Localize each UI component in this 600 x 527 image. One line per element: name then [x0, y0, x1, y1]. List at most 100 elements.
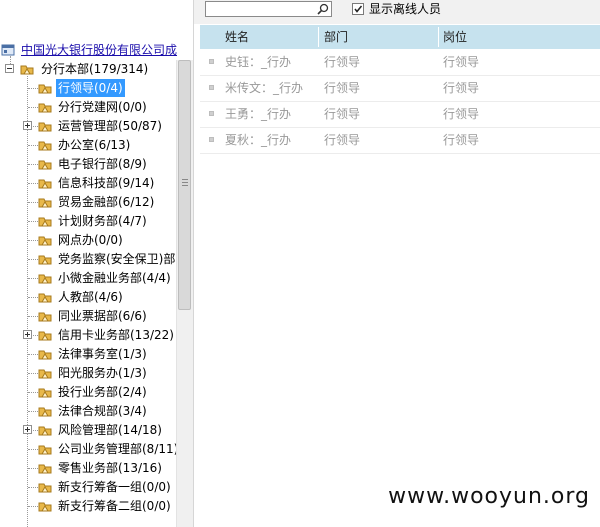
expand-toggle[interactable] — [23, 425, 32, 434]
tree-item-label[interactable]: 法律事务室(1/3) — [56, 345, 149, 363]
tree-item-label[interactable]: 法律合规部(3/4) — [56, 402, 149, 420]
tree-item-row[interactable]: 零售业务部(13/16) — [0, 459, 176, 477]
tree-item-label[interactable]: 风险管理部(14/18) — [56, 421, 164, 439]
tree-item-label[interactable]: 网点办(0/0) — [56, 231, 125, 249]
cell-post: 行领导 — [443, 81, 480, 95]
tree-item-label[interactable]: 贸易金融部(6/12) — [56, 193, 156, 211]
tree-item-label[interactable]: 信息科技部(9/14) — [56, 174, 156, 192]
tree-root-label[interactable]: 中国光大银行股份有限公司成 — [19, 41, 179, 59]
folder-icon — [38, 445, 52, 455]
tree-item-label[interactable]: 新支行筹备二组(0/0) — [56, 497, 173, 515]
tree-item-label[interactable]: 零售业务部(13/16) — [56, 459, 164, 477]
tree-item-row[interactable]: 风险管理部(14/18) — [0, 421, 176, 439]
folder-icon — [20, 65, 34, 75]
tree-item-label[interactable]: 公司业务管理部(8/11) — [56, 440, 180, 458]
search-field[interactable] — [205, 1, 332, 17]
org-tree-panel: 中国光大银行股份有限公司成 分行本部(179/314) 行领导(0/4) 分行党建… — [0, 0, 194, 527]
tree-item-label[interactable]: 计划财务部(4/7) — [56, 212, 149, 230]
tree-connector — [28, 107, 38, 108]
tree-item-row[interactable]: 阳光服务办(1/3) — [0, 364, 176, 382]
tree-item-label[interactable]: 阳光服务办(1/3) — [56, 364, 149, 382]
tree-branch-row[interactable]: 分行本部(179/314) — [0, 60, 190, 78]
tree-connector — [28, 316, 38, 317]
tree-item-label[interactable]: 小微金融业务部(4/4) — [56, 269, 173, 287]
tree-connector — [28, 221, 38, 222]
tree-item-row[interactable]: 信用卡业务部(13/22) — [0, 326, 176, 344]
search-input[interactable] — [206, 2, 320, 16]
folder-icon — [38, 236, 52, 246]
tree-item-label[interactable]: 投行业务部(2/4) — [56, 383, 149, 401]
tree-item-label[interactable]: 办公室(6/13) — [56, 136, 132, 154]
tree-item-row[interactable]: 人教部(4/6) — [0, 288, 176, 306]
tree-connector — [28, 449, 38, 450]
tree-connector — [28, 88, 38, 89]
expand-toggle[interactable] — [23, 121, 32, 130]
checkmark-icon — [354, 5, 363, 13]
tree-item-row[interactable]: 同业票据部(6/6) — [0, 307, 176, 325]
tree-item-row[interactable]: 投行业务部(2/4) — [0, 383, 176, 401]
tree-item-row[interactable]: 公司业务管理部(8/11) — [0, 440, 178, 458]
tree-item-row[interactable]: 信息科技部(9/14) — [0, 174, 176, 192]
table-row[interactable]: 米传文：_行办 行领导 行领导 — [200, 75, 600, 102]
tree-item-label[interactable]: 分行党建网(0/0) — [56, 98, 149, 116]
tree-connector — [28, 506, 38, 507]
tree-scrollbar[interactable] — [176, 60, 193, 527]
tree-item-label[interactable]: 运营管理部(50/87) — [56, 117, 164, 135]
tree-item-row[interactable]: 行领导(0/4) — [0, 79, 176, 97]
tree-item-label[interactable]: 党务监察(安全保卫)部 — [56, 250, 177, 268]
tree-item-label[interactable]: 电子银行部(8/9) — [56, 155, 149, 173]
tree-connector — [28, 411, 38, 412]
column-header-dept[interactable]: 部门 — [324, 25, 348, 49]
cell-name: 史钰：_行办 — [225, 55, 292, 69]
table-row[interactable]: 史钰：_行办 行领导 行领导 — [200, 49, 600, 76]
tree-connector — [28, 487, 38, 488]
collapse-toggle[interactable] — [5, 64, 14, 73]
tree-connector — [28, 278, 38, 279]
table-row[interactable]: 王勇：_行办 行领导 行领导 — [200, 101, 600, 128]
tree-item-row[interactable]: 法律合规部(3/4) — [0, 402, 176, 420]
folder-icon — [38, 407, 52, 417]
tree-item-row[interactable]: 党务监察(安全保卫)部 — [0, 250, 176, 268]
table-row[interactable]: 夏秋：_行办 行领导 行领导 — [200, 127, 600, 154]
folder-icon — [38, 198, 52, 208]
tree-connector — [28, 202, 38, 203]
tree-item-row[interactable]: 分行党建网(0/0) — [0, 98, 176, 116]
watermark-text: www.wooyun.org — [388, 484, 590, 509]
tree-connector — [28, 240, 38, 241]
show-offline-label[interactable]: 显示离线人员 — [369, 1, 441, 17]
tree-connector — [28, 297, 38, 298]
tree-connector — [28, 392, 38, 393]
tree-item-label[interactable]: 新支行筹备一组(0/0) — [56, 478, 173, 496]
folder-icon — [38, 464, 52, 474]
tree-item-row[interactable]: 新支行筹备一组(0/0) — [0, 478, 176, 496]
tree-item-row[interactable]: 电子银行部(8/9) — [0, 155, 176, 173]
tree-item-row[interactable]: 网点办(0/0) — [0, 231, 176, 249]
column-header-name[interactable]: 姓名 — [225, 25, 249, 49]
folder-icon — [38, 122, 52, 132]
tree-item-row[interactable]: 运营管理部(50/87) — [0, 117, 176, 135]
tree-item-label[interactable]: 行领导(0/4) — [56, 79, 125, 97]
search-icon[interactable] — [317, 3, 329, 15]
folder-icon — [38, 483, 52, 493]
tree-item-row[interactable]: 贸易金融部(6/12) — [0, 193, 176, 211]
tree-item-row[interactable]: 法律事务室(1/3) — [0, 345, 176, 363]
tree-item-row[interactable]: 小微金融业务部(4/4) — [0, 269, 176, 287]
tree-connector — [28, 259, 38, 260]
tree-branch-label[interactable]: 分行本部(179/314) — [39, 60, 150, 78]
tree-item-label[interactable]: 信用卡业务部(13/22) — [56, 326, 176, 344]
expand-toggle[interactable] — [23, 330, 32, 339]
tree-item-row[interactable]: 计划财务部(4/7) — [0, 212, 176, 230]
folder-icon — [38, 293, 52, 303]
folder-icon — [38, 312, 52, 322]
tree-item-row[interactable]: 办公室(6/13) — [0, 136, 176, 154]
tree-item-row[interactable]: 新支行筹备二组(0/0) — [0, 497, 176, 515]
tree-item-label[interactable]: 同业票据部(6/6) — [56, 307, 149, 325]
folder-icon — [38, 103, 52, 113]
tree-root-row[interactable]: 中国光大银行股份有限公司成 — [0, 41, 190, 59]
tree-item-label[interactable]: 人教部(4/6) — [56, 288, 125, 306]
scrollbar-thumb[interactable] — [178, 60, 191, 310]
column-header-post[interactable]: 岗位 — [443, 25, 467, 49]
grid-header: 姓名 部门 岗位 — [200, 25, 600, 49]
show-offline-checkbox[interactable] — [352, 3, 364, 15]
folder-icon — [38, 255, 52, 265]
